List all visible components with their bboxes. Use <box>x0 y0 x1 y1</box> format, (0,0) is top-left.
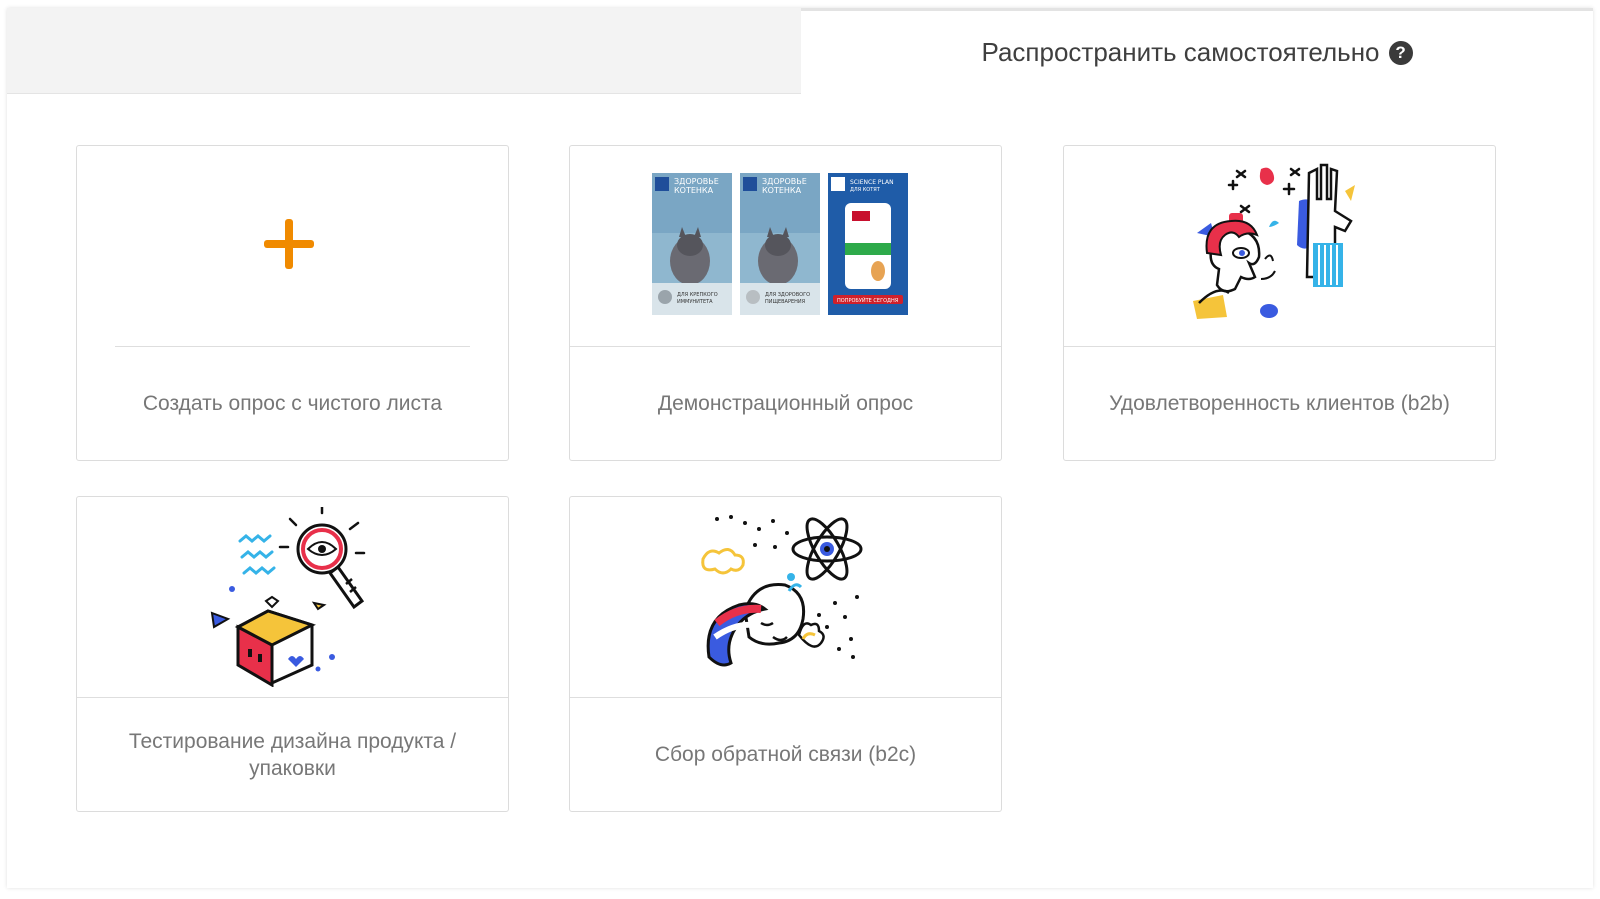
card-label: Создать опрос с чистого листа <box>142 392 443 415</box>
card-create-blank[interactable]: Создать опрос с чистого листа <box>76 145 509 461</box>
card-b2c-feedback[interactable]: Сбор обратной связи (b2c) <box>569 496 1002 812</box>
tab-bar: Распространить самостоятельно ? <box>7 8 1593 94</box>
svg-text:ДЛЯ КОТЯТ: ДЛЯ КОТЯТ <box>850 187 881 193</box>
face-atom-svg <box>701 515 863 667</box>
magnifier-box-illustration <box>77 497 508 697</box>
svg-text:КОТЕНКА: КОТЕНКА <box>674 186 714 195</box>
face-atom-illustration <box>570 497 1001 697</box>
svg-text:ЗДОРОВЬЕ: ЗДОРОВЬЕ <box>762 177 807 186</box>
card-demo-survey[interactable]: ЗДОРОВЬЕ КОТЕНКА ДЛЯ КРЕПКОГО ИММУНИТЕТА <box>569 145 1002 461</box>
svg-text:ИММУНИТЕТА: ИММУНИТЕТА <box>677 299 713 305</box>
card-label: Сбор обратной связи (b2c) <box>654 743 917 766</box>
posters-image: ЗДОРОВЬЕ КОТЕНКА ДЛЯ КРЕПКОГО ИММУНИТЕТА <box>652 173 908 315</box>
svg-text:ДЛЯ КРЕПКОГО: ДЛЯ КРЕПКОГО <box>677 292 718 298</box>
card-design-testing[interactable]: Тестирование дизайна продукта / упаковки <box>76 496 509 812</box>
question-circle-icon[interactable]: ? <box>1388 40 1413 65</box>
tab-distribute-self[interactable]: Распространить самостоятельно ? <box>801 8 1593 94</box>
plus-icon <box>264 219 314 269</box>
svg-text:ПОПРОБУЙТЕ СЕГОДНЯ: ПОПРОБУЙТЕ СЕГОДНЯ <box>837 297 898 304</box>
svg-text:КОТЕНКА: КОТЕНКА <box>762 186 802 195</box>
survey-templates-panel: Распространить самостоятельно ? Создать … <box>7 8 1593 888</box>
card-art <box>77 146 508 346</box>
magnifier-box-svg <box>210 507 366 687</box>
card-label: Демонстрационный опрос <box>657 392 914 415</box>
poster-2: ЗДОРОВЬЕ КОТЕНКА ДЛЯ ЗДОРОВОГО ПИЩЕВАРЕН… <box>740 173 820 315</box>
tab-title: Распространить самостоятельно <box>981 37 1380 67</box>
card-label: Удовлетворенность клиентов (b2b) <box>1109 392 1450 415</box>
svg-text:ПИЩЕВАРЕНИЯ: ПИЩЕВАРЕНИЯ <box>765 299 805 305</box>
person-high-five-illustration <box>1064 146 1495 346</box>
poster-3: SCIENCE PLAN ДЛЯ КОТЯТ ПОПРОБУЙТЕ СЕГОДН… <box>828 173 908 315</box>
card-b2b-satisfaction[interactable]: Удовлетворенность клиентов (b2b) <box>1063 145 1496 461</box>
high-five-svg <box>1193 163 1355 319</box>
poster-1: ЗДОРОВЬЕ КОТЕНКА ДЛЯ КРЕПКОГО ИММУНИТЕТА <box>652 173 732 315</box>
svg-text:ЗДОРОВЬЕ: ЗДОРОВЬЕ <box>674 177 719 186</box>
card-label: Тестирование дизайна продукта / упаковки <box>128 729 457 780</box>
tab-inactive[interactable] <box>7 8 801 94</box>
cat-food-ads: ЗДОРОВЬЕ КОТЕНКА ДЛЯ КРЕПКОГО ИММУНИТЕТА <box>570 146 1001 346</box>
svg-text:ДЛЯ ЗДОРОВОГО: ДЛЯ ЗДОРОВОГО <box>765 292 810 298</box>
svg-text:SCIENCE PLAN: SCIENCE PLAN <box>850 179 894 186</box>
